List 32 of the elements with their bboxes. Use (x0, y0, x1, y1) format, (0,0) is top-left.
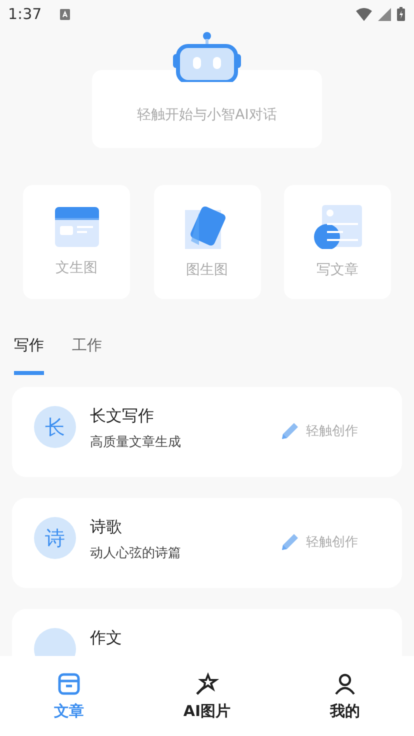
item-subtitle: 动人心弦的诗篇 (90, 545, 182, 562)
item-title: 作文 (90, 628, 123, 649)
item-subtitle: 高质量文章生成 (90, 434, 182, 451)
pencil-icon (280, 532, 300, 552)
item-title: 长文写作 (90, 406, 155, 427)
nav-tab[interactable]: 我的 (276, 656, 414, 736)
feature-label: 图生图 (186, 261, 228, 279)
feature-label: 文生图 (56, 259, 98, 277)
category-tab[interactable]: 写作 (14, 333, 44, 375)
pencil-icon (280, 420, 300, 440)
battery-icon (397, 7, 405, 21)
category-tab[interactable]: 工作 (72, 333, 102, 375)
chat-prompt: 轻触开始与小智AI对话 (137, 106, 277, 124)
avatar-badge: 长 (34, 406, 76, 448)
robot-icon (173, 32, 241, 82)
document-icon (314, 205, 362, 249)
writing-card[interactable]: 诗 诗歌 动人心弦的诗篇 轻触创作 (12, 498, 402, 588)
image-card-icon (54, 207, 98, 247)
nav-tab[interactable]: 文章 (0, 656, 138, 736)
feature-label: 写文章 (316, 261, 358, 279)
nav-tab[interactable]: AI图片 (138, 656, 276, 736)
item-title: 诗歌 (90, 517, 123, 538)
signal-icon (378, 8, 391, 20)
writing-card[interactable]: 长 长文写作 高质量文章生成 轻触创作 (12, 387, 402, 477)
box-icon (57, 672, 81, 696)
status-time: 1:37 (8, 5, 42, 23)
wifi-icon (356, 8, 372, 20)
person-icon (333, 672, 357, 696)
notification-icon (60, 8, 70, 20)
magic-wand-icon (195, 672, 219, 696)
avatar-badge: 诗 (34, 517, 76, 559)
writing-card[interactable]: 作文 (12, 609, 402, 656)
